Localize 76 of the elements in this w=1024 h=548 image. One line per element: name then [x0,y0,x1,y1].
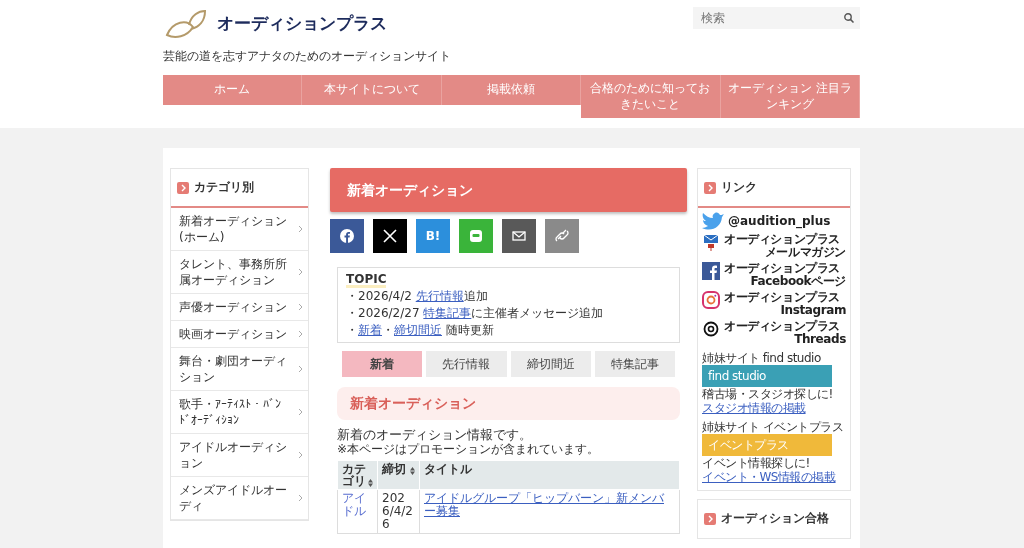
chevron-icon [704,181,716,194]
intro-text: 新着のオーディション情報です。 [337,427,533,443]
logo-text: オーディションプラス [217,12,387,36]
sister-link[interactable]: イベント・WS情報の掲載 [702,470,836,485]
column-header: カテゴリ [342,463,367,488]
column-header: タイトル [424,463,472,476]
chevron-icon [298,303,303,312]
category-link[interactable]: 舞台・劇団オーディション [171,348,308,392]
topic-text: ・2026/4/2 [346,289,413,304]
category-link[interactable]: タレント、事務所所属オーディション [171,251,308,295]
facebook-icon [340,229,354,244]
chevron-icon [298,330,303,339]
tab[interactable]: 特集記事 [594,351,675,378]
category-link[interactable]: 映画オーディション [171,321,308,349]
topic-link[interactable]: 特集記事 [423,306,472,321]
x-logo-icon [383,229,397,244]
facebook-icon [702,262,720,281]
search-icon [844,13,854,23]
category-link[interactable]: 声優オーディション [171,294,308,322]
chevron-icon [298,408,303,417]
topic-text: ・ [382,323,394,338]
topic-text: 追加 [463,289,488,304]
banner-caption: イベント情報探しに! [702,456,811,471]
site-tagline: 芸能の道を志すアナタのためのオーディションサイト [163,48,452,65]
sort-icon [368,479,373,488]
sidebar-title: リンク [721,179,757,196]
banner-caption: 稽古場・スタジオ探しに! [702,387,834,402]
table-cell: 2026/4/26 [377,489,420,534]
chevron-icon [298,451,303,460]
topic-link[interactable]: 新着 [358,323,382,338]
social-link[interactable]: オーディションプラス メールマガジン [702,233,846,260]
sister-site-label: 姉妹サイト find studio [702,351,822,366]
topic-title: TOPIC [346,273,387,289]
category-link[interactable]: メンズアイドルオーディ [171,477,308,521]
link-icon [555,229,569,244]
twitter-link[interactable]: @audition_plus [728,212,831,231]
category-link[interactable]: 新着オーディション(ホーム) [171,208,308,252]
topic-text: 随時更新 [444,323,494,338]
search-field[interactable]: 検索 [693,7,860,29]
chevron-icon [298,225,303,234]
tab[interactable]: 先行情報 [426,351,507,378]
category-link[interactable]: アイドルオーディション [171,434,308,478]
mail-icon [512,229,526,244]
chevron-icon [298,268,303,277]
share-button[interactable] [373,219,407,254]
promotion-note: ※本ページはプロモーションが含まれています。 [337,442,601,457]
chevron-icon [298,365,303,374]
chevron-icon [704,512,716,525]
topic-link[interactable]: 先行情報 [415,289,464,304]
sidebar-title: カテゴリ別 [194,179,254,196]
tab[interactable]: 締切間近 [510,351,591,378]
social-link[interactable]: オーディションプラス Instagram [702,291,846,318]
page-title: 新着オーディション [330,168,687,213]
topic-link[interactable]: 締切間近 [394,323,442,338]
category-link[interactable]: 歌手・ｱｰﾃｨｽﾄ・ﾊﾞﾝﾄﾞｵｰﾃﾞｨｼｮﾝ [171,391,308,435]
topic-text: ・2026/2/27 [346,306,421,321]
chevron-icon [298,494,303,503]
sidebar-title: オーディション合格 [721,510,829,528]
sister-site-label: 姉妹サイト イベントプラス [702,420,845,435]
share-button[interactable] [330,219,364,254]
chevron-icon [177,181,189,194]
envelope-icon [702,233,720,252]
sort-icon [410,467,415,476]
bird-icon [702,212,724,231]
camera-icon [702,291,720,310]
column-header: 締切 [382,463,406,476]
social-link[interactable]: オーディションプラス Facebookページ [702,262,846,289]
share-button[interactable]: B! [416,219,450,254]
social-link[interactable]: オーディションプラス Threads [702,320,846,347]
sister-link[interactable]: スタジオ情報の掲載 [702,401,806,416]
tab[interactable]: 新着 [342,351,423,378]
section-heading: 新着オーディション [337,387,680,421]
topic-text: に主催者メッセージ追加 [471,306,604,321]
share-button[interactable] [502,219,536,254]
leaf-logo-icon [163,7,209,41]
topic-text: ・ [346,323,358,338]
